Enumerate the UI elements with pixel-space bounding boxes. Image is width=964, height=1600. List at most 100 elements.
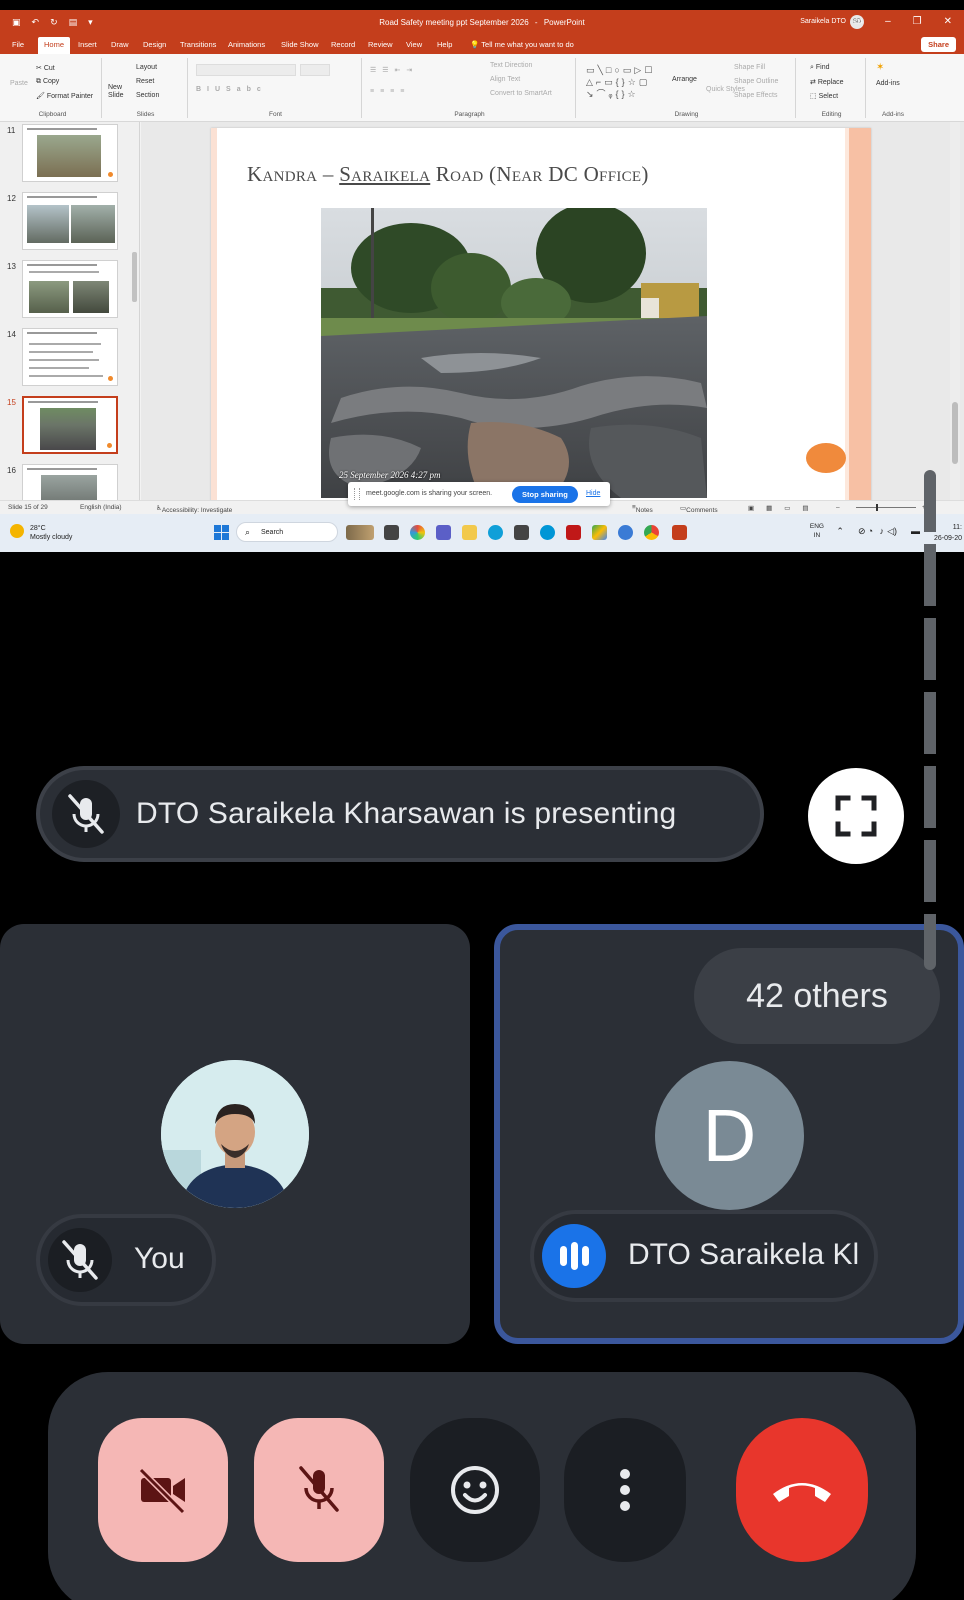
store-icon[interactable] bbox=[514, 525, 529, 540]
reactions-button[interactable] bbox=[410, 1418, 540, 1562]
help-icon[interactable] bbox=[618, 525, 633, 540]
input-language[interactable]: ENG IN bbox=[810, 522, 824, 540]
addins-button[interactable]: Add-ins bbox=[876, 80, 900, 87]
align-buttons[interactable]: ≡≡≡≡ bbox=[370, 88, 410, 95]
thumbnail-slide-15[interactable]: 15 bbox=[0, 396, 130, 458]
thumbnail-slide-14[interactable]: 14 bbox=[0, 328, 130, 390]
format-painter-button[interactable]: 🖌 Format Painter bbox=[36, 92, 93, 100]
notes-button[interactable]: ≡ Notes bbox=[632, 504, 653, 514]
account-name[interactable]: Saraikela DTO bbox=[800, 18, 846, 25]
zoom-slider[interactable] bbox=[856, 507, 916, 508]
thumbnail-slide-13[interactable]: 13 bbox=[0, 260, 130, 322]
tab-view[interactable]: View bbox=[406, 40, 422, 49]
tab-help[interactable]: Help bbox=[437, 40, 452, 49]
zoom-out-button[interactable]: – bbox=[836, 504, 840, 511]
tab-slide-show[interactable]: Slide Show bbox=[281, 40, 319, 49]
font-style-buttons[interactable]: BIUSabc bbox=[196, 86, 267, 93]
teams-icon[interactable] bbox=[436, 525, 451, 540]
tray-app-icon[interactable]: ⊘ bbox=[858, 526, 866, 537]
current-slide[interactable]: Kandra – Saraikela Road (Near DC Office) bbox=[211, 128, 871, 508]
hp-icon[interactable] bbox=[540, 525, 555, 540]
find-button[interactable]: ⌕ Find bbox=[810, 64, 830, 72]
font-name-field[interactable] bbox=[196, 64, 296, 76]
page-scrollbar[interactable] bbox=[924, 470, 936, 970]
shape-fill-button[interactable]: Shape Fill bbox=[734, 64, 765, 71]
drive-icon[interactable] bbox=[592, 525, 607, 540]
tab-home[interactable]: Home bbox=[38, 37, 71, 55]
slide-title[interactable]: Kandra – Saraikela Road (Near DC Office) bbox=[247, 162, 649, 187]
copy-button[interactable]: ⧉ Copy bbox=[36, 78, 59, 86]
tab-record[interactable]: Record bbox=[331, 40, 355, 49]
tab-draw[interactable]: Draw bbox=[111, 40, 129, 49]
thumbnail-image bbox=[22, 192, 118, 250]
view-buttons[interactable]: ▣▦▭▤ bbox=[748, 504, 821, 512]
others-count-badge[interactable]: 42 others bbox=[694, 948, 940, 1044]
camera-toggle-button[interactable] bbox=[98, 1418, 228, 1562]
search-icon: ⌕ bbox=[245, 527, 251, 537]
tab-transitions[interactable]: Transitions bbox=[180, 40, 216, 49]
powerpoint-icon[interactable] bbox=[672, 525, 687, 540]
hide-notice-link[interactable]: Hide bbox=[586, 490, 600, 497]
maximize-icon[interactable]: ❐ bbox=[913, 16, 922, 27]
thumbnails-scrollbar[interactable] bbox=[130, 122, 138, 514]
align-text-button[interactable]: Align Text bbox=[490, 76, 520, 83]
stop-sharing-button[interactable]: Stop sharing bbox=[512, 486, 578, 503]
ribbon-display-icon[interactable]: ▭ bbox=[854, 16, 863, 27]
tab-design[interactable]: Design bbox=[143, 40, 166, 49]
tab-animations[interactable]: Animations bbox=[228, 40, 265, 49]
shapes-gallery[interactable]: ▭╲□○▭▷☐ △⌐▭{}☆▢ ↘⌒ᵩ{}☆ bbox=[586, 64, 666, 100]
convert-smartart-button[interactable]: Convert to SmartArt bbox=[490, 90, 552, 97]
thumbnail-slide-12[interactable]: 12 bbox=[0, 192, 130, 254]
more-options-button[interactable] bbox=[564, 1418, 686, 1562]
file-explorer-icon[interactable] bbox=[462, 525, 477, 540]
quick-settings[interactable]: ◔ ◁) ▬ bbox=[868, 526, 920, 537]
fullscreen-button[interactable] bbox=[808, 768, 904, 864]
section-button[interactable]: Section bbox=[136, 92, 159, 99]
language-indicator[interactable]: English (India) bbox=[80, 504, 122, 511]
list-buttons[interactable]: ☰☰⇤⇥ bbox=[370, 66, 418, 74]
layout-button[interactable]: Layout bbox=[136, 64, 157, 71]
accessibility-status[interactable]: ♿ Accessibility: Investigate bbox=[156, 504, 232, 514]
tab-insert[interactable]: Insert bbox=[78, 40, 97, 49]
tray-chevron-icon[interactable]: ⌃ bbox=[836, 526, 844, 537]
start-button-icon[interactable] bbox=[214, 525, 229, 540]
replace-button[interactable]: ⇄ Replace bbox=[810, 78, 844, 86]
shared-screen: ▣ ↶ ↻ ▤ ▾ Road Safety meeting ppt Septem… bbox=[0, 10, 964, 552]
tab-file[interactable]: File bbox=[12, 40, 24, 49]
chrome-icon[interactable] bbox=[644, 525, 659, 540]
select-button[interactable]: ⬚ Select bbox=[810, 92, 838, 100]
thumbnails-scroll-thumb[interactable] bbox=[132, 252, 137, 302]
task-view-icon[interactable] bbox=[384, 525, 399, 540]
taskbar-search[interactable]: ⌕ Search bbox=[236, 522, 338, 542]
drag-handle-icon[interactable] bbox=[354, 488, 360, 500]
paste-button[interactable]: Paste bbox=[10, 80, 28, 87]
mic-toggle-button[interactable] bbox=[254, 1418, 384, 1562]
tell-me-search[interactable]: 💡 Tell me what you want to do bbox=[470, 40, 574, 49]
zoom-slider-knob[interactable] bbox=[876, 504, 878, 511]
edge-icon[interactable] bbox=[488, 525, 503, 540]
leave-call-button[interactable] bbox=[736, 1418, 868, 1562]
taskbar-clock[interactable]: 11: 26-09-20 bbox=[934, 522, 962, 544]
new-slide-button[interactable]: New Slide bbox=[108, 84, 132, 100]
tab-review[interactable]: Review bbox=[368, 40, 393, 49]
self-video-tile[interactable]: You bbox=[0, 924, 470, 1344]
editor-scrollbar[interactable] bbox=[950, 122, 960, 514]
minimize-icon[interactable]: – bbox=[885, 16, 891, 27]
weather-widget[interactable]: 28°C Mostly cloudy bbox=[30, 524, 72, 542]
mcafee-icon[interactable] bbox=[566, 525, 581, 540]
widgets-icon[interactable] bbox=[346, 525, 374, 540]
cut-button[interactable]: ✂ Cut bbox=[36, 64, 55, 72]
shape-outline-button[interactable]: Shape Outline bbox=[734, 78, 778, 85]
reset-button[interactable]: Reset bbox=[136, 78, 154, 85]
text-direction-button[interactable]: Text Direction bbox=[490, 62, 532, 69]
share-button[interactable]: Share bbox=[921, 37, 956, 52]
comments-button[interactable]: ▭ Comments bbox=[680, 504, 718, 514]
thumbnail-slide-11[interactable]: 11 bbox=[0, 124, 130, 186]
road-photo[interactable]: 25 September 2026 4:27 pm bbox=[321, 208, 707, 498]
shape-effects-button[interactable]: Shape Effects bbox=[734, 92, 777, 99]
copilot-icon[interactable] bbox=[410, 525, 425, 540]
editor-scroll-thumb[interactable] bbox=[952, 402, 958, 464]
font-size-field[interactable] bbox=[300, 64, 330, 76]
arrange-button[interactable]: Arrange bbox=[672, 76, 697, 83]
close-icon[interactable]: ✕ bbox=[944, 16, 952, 27]
